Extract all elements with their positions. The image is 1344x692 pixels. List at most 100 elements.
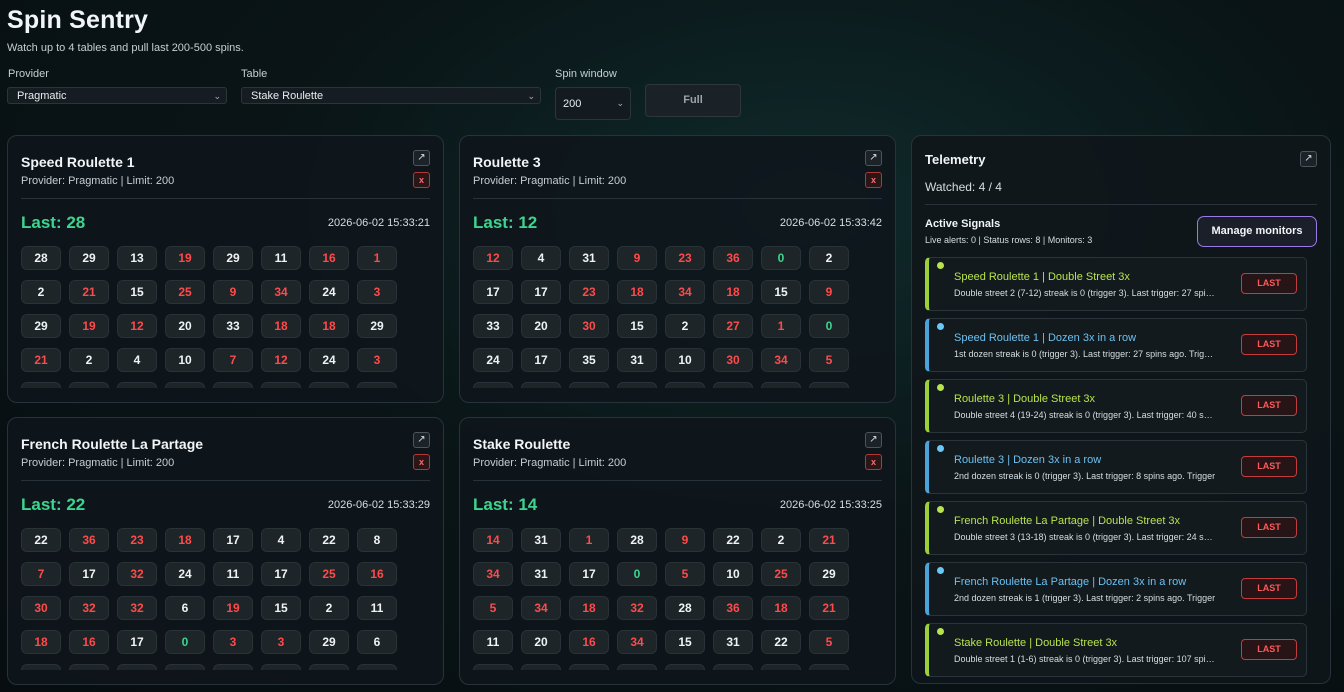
spin-chip: 33 [213,314,253,338]
spin-chip: 8 [357,528,397,552]
signal-title: French Roulette La Partage | Double Stre… [954,515,1181,527]
chevron-down-icon: ⌄ [213,91,221,101]
spin-chip: 1 [357,246,397,270]
spin-chip: 20 [521,314,561,338]
expand-icon[interactable]: ↗ [865,150,882,166]
spin-chip: 19 [69,314,109,338]
close-icon[interactable]: x [865,454,882,470]
expand-icon[interactable]: ↗ [865,432,882,448]
last-button[interactable]: LAST [1241,273,1297,294]
table-select[interactable]: Stake Roulette ⌄ [241,87,541,104]
spin-row: 34 31 17 0 5 10 25 29 [473,562,863,586]
spin-chip: 15 [617,314,657,338]
spin-chip: 24 [165,562,205,586]
spin-chip: 14 [473,528,513,552]
spin-chip: 19 [165,246,205,270]
spin-chip: 4 [261,528,301,552]
spin-chip: 34 [761,348,801,372]
spin-chip: 18 [617,280,657,304]
spin-row: 21 2 4 10 7 12 24 3 [21,348,411,372]
spin-row: 5 34 18 32 28 36 18 21 [473,596,863,620]
spin-chip: 19 [213,596,253,620]
spin-row: 2 21 15 25 9 34 24 3 [21,280,411,304]
signal-description: 2nd dozen streak is 0 (trigger 3). Last … [954,471,1216,481]
manage-monitors-button[interactable]: Manage monitors [1197,216,1317,247]
spin-chip: 2 [69,348,109,372]
spin-chip: 28 [665,596,705,620]
table-meta: Provider: Pragmatic | Limit: 200 [21,175,175,187]
last-button[interactable]: LAST [1241,639,1297,660]
spin-chip: 5 [809,348,849,372]
signal-row: Roulette 3 | Double Street 3x Double stre… [925,379,1307,433]
close-icon[interactable]: x [413,454,430,470]
spin-window-select[interactable]: 200 ⌄ [555,87,631,120]
spin-chip: 22 [761,630,801,654]
spin-chip: 15 [261,596,301,620]
last-timestamp: 2026-06-02 15:33:21 [327,217,430,229]
spin-history[interactable]: 28 29 13 19 29 11 16 1 2 21 15 25 9 34 24 3 29 19 12 20 33 18… [21,246,411,388]
spin-row: 33 20 30 15 2 27 1 0 [473,314,863,338]
spin-chip: 1 [569,528,609,552]
expand-icon[interactable]: ↗ [413,432,430,448]
spin-chip: 28 [21,246,61,270]
spin-chip: 22 [309,528,349,552]
signal-title: Speed Roulette 1 | Double Street 3x [954,271,1130,283]
expand-icon[interactable]: ↗ [1300,151,1317,167]
spin-chip: 0 [809,314,849,338]
spin-chip: 18 [309,314,349,338]
table-meta: Provider: Pragmatic | Limit: 200 [473,457,627,469]
spin-chip [213,664,253,670]
last-button[interactable]: LAST [1241,334,1297,355]
spin-chip: 12 [261,348,301,372]
spin-chip: 7 [21,562,61,586]
provider-select[interactable]: Pragmatic ⌄ [7,87,227,104]
spin-history[interactable]: 22 36 23 18 17 4 22 8 7 17 32 24 11 17 25 16 30 32 32 6 19 15… [21,528,411,670]
spin-chip: 17 [69,562,109,586]
spin-row: 14 31 1 28 9 22 2 21 [473,528,863,552]
signal-title: French Roulette La Partage | Dozen 3x in… [954,576,1187,588]
spin-chip: 36 [69,528,109,552]
spin-history[interactable]: 12 4 31 9 23 36 0 2 17 17 23 18 34 18 15 9 33 20 30 15 2 27 1 0… [473,246,863,388]
spin-chip [117,664,157,670]
table-panel: Roulette 3 Provider: Pragmatic | Limit: 2… [459,135,896,403]
spin-chip: 29 [21,314,61,338]
spin-row: 17 17 23 18 34 18 15 9 [473,280,863,304]
spin-row: 29 19 12 20 33 18 18 29 [21,314,411,338]
active-signals-heading: Active Signals [925,218,1001,230]
spin-chip: 12 [473,246,513,270]
spin-chip: 16 [357,562,397,586]
full-button[interactable]: Full [645,84,741,117]
spin-chip [21,382,61,388]
last-timestamp: 2026-06-02 15:33:29 [327,499,430,511]
close-icon[interactable]: x [865,172,882,188]
spin-chip: 3 [213,630,253,654]
spin-chip [69,382,109,388]
spin-row: 18 16 17 0 3 3 29 6 [21,630,411,654]
spin-history[interactable]: 14 31 1 28 9 22 2 21 34 31 17 0 5 10 25 29 5 34 18 32 28 36 18… [473,528,863,670]
signal-row: Roulette 3 | Dozen 3x in a row 2nd dozen … [925,440,1307,494]
spin-chip [617,664,657,670]
table-name: Stake Roulette [473,436,571,452]
spin-chip [357,382,397,388]
spin-chip: 25 [761,562,801,586]
close-icon[interactable]: x [413,172,430,188]
last-spin: Last: 28 [21,213,86,232]
spin-row: 11 20 16 34 15 31 22 5 [473,630,863,654]
last-timestamp: 2026-06-02 15:33:25 [779,499,882,511]
last-button[interactable]: LAST [1241,395,1297,416]
spin-row: 22 36 23 18 17 4 22 8 [21,528,411,552]
last-button[interactable]: LAST [1241,456,1297,477]
status-dot-icon [937,323,944,330]
spin-chip: 6 [165,596,205,620]
spin-chip: 20 [165,314,205,338]
spin-chip: 32 [617,596,657,620]
spin-chip: 0 [761,246,801,270]
last-button[interactable]: LAST [1241,517,1297,538]
spin-chip [357,664,397,670]
spin-chip: 32 [69,596,109,620]
expand-icon[interactable]: ↗ [413,150,430,166]
last-button[interactable]: LAST [1241,578,1297,599]
spin-chip: 21 [69,280,109,304]
spin-chip: 35 [569,348,609,372]
spin-chip: 17 [569,562,609,586]
